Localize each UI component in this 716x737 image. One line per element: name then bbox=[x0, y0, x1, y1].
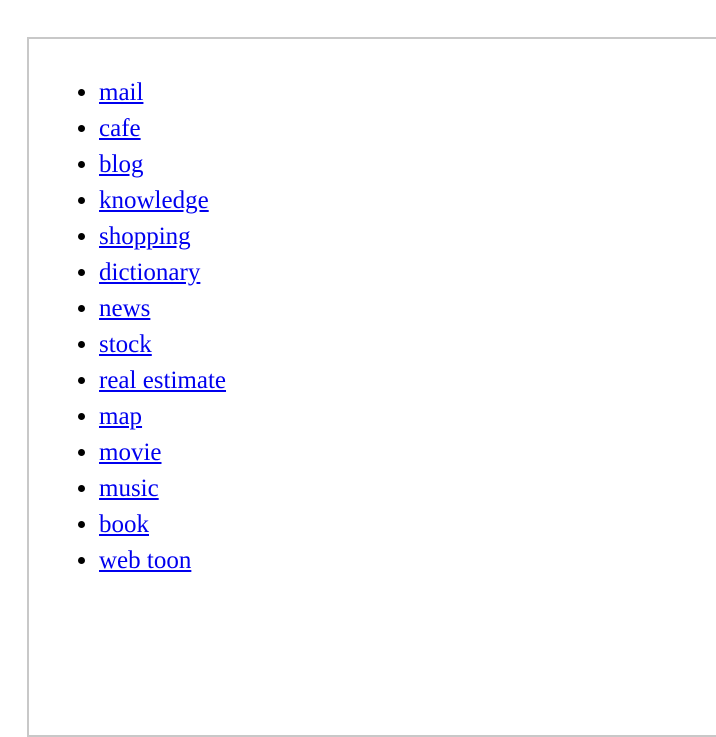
link-music[interactable]: music bbox=[99, 475, 159, 502]
list-item: dictionary bbox=[99, 255, 226, 291]
list-item: cafe bbox=[99, 111, 226, 147]
list-item: mail bbox=[99, 75, 226, 111]
list-item: music bbox=[99, 471, 226, 507]
list-item: web toon bbox=[99, 543, 226, 579]
link-list: mail cafe blog knowledge shopping dictio… bbox=[99, 75, 226, 579]
list-item: book bbox=[99, 507, 226, 543]
link-movie[interactable]: movie bbox=[99, 439, 162, 466]
link-shopping[interactable]: shopping bbox=[99, 223, 191, 250]
link-real-estimate[interactable]: real estimate bbox=[99, 367, 226, 394]
link-book[interactable]: book bbox=[99, 511, 149, 538]
list-item: map bbox=[99, 399, 226, 435]
list-item: news bbox=[99, 291, 226, 327]
link-blog[interactable]: blog bbox=[99, 151, 143, 178]
list-item: stock bbox=[99, 327, 226, 363]
link-cafe[interactable]: cafe bbox=[99, 115, 141, 142]
link-stock[interactable]: stock bbox=[99, 331, 152, 358]
list-item: knowledge bbox=[99, 183, 226, 219]
list-item: blog bbox=[99, 147, 226, 183]
link-mail[interactable]: mail bbox=[99, 79, 143, 106]
link-web-toon[interactable]: web toon bbox=[99, 547, 191, 574]
link-map[interactable]: map bbox=[99, 403, 142, 430]
link-news[interactable]: news bbox=[99, 295, 150, 322]
content-box: mail cafe blog knowledge shopping dictio… bbox=[27, 37, 716, 737]
list-item: real estimate bbox=[99, 363, 226, 399]
link-dictionary[interactable]: dictionary bbox=[99, 259, 200, 286]
list-item: shopping bbox=[99, 219, 226, 255]
link-knowledge[interactable]: knowledge bbox=[99, 187, 209, 214]
list-item: movie bbox=[99, 435, 226, 471]
